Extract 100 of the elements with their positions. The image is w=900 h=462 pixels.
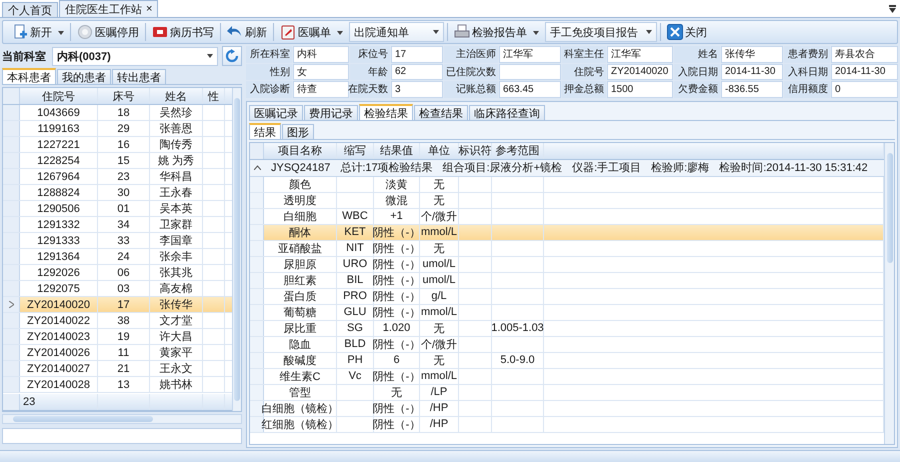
table-cell: ZY20140028 [20,377,98,392]
result-row[interactable]: 颜色 淡黄 无 [250,176,884,192]
patient-row[interactable]: 1291364 24 张余丰 [3,249,232,265]
column-header[interactable]: 性 [203,88,225,104]
patient-row[interactable]: 1267964 23 华科昌 [3,169,232,185]
result-row[interactable]: 透明度 微混 无 [250,192,884,208]
table-cell: 11 [98,345,150,360]
patient-row[interactable]: ZY20140020 17 张传华 [3,297,232,313]
result-tab[interactable]: 图形 [282,124,314,138]
patient-tab[interactable]: 转出患者 [112,69,166,84]
result-row[interactable]: 尿比重 SG 1.020 无 1.005-1.03 [250,320,884,336]
column-header[interactable]: 住院号 [20,88,98,104]
column-header[interactable]: 标识符 [459,142,492,158]
document-tab[interactable]: 个人首页 [2,2,58,17]
group-time: 检验时间:2014-11-30 15:31:42 [719,161,868,175]
result-row[interactable]: 亚硝酸盐 NIT 阴性（-） 无 [250,240,884,256]
patient-row[interactable]: 1228254 15 姚 为秀 [3,153,232,169]
table-cell: 个/微升 [420,208,459,224]
patient-row[interactable]: 1292026 06 张其兆 [3,265,232,281]
table-cell: 阴性（-） [374,224,420,240]
result-row[interactable]: 蛋白质 PRO 阴性（-） g/L [250,288,884,304]
column-header[interactable]: 项目名称 [264,142,337,158]
patient-row[interactable]: ZY20140026 11 黄家平 [3,345,232,361]
table-cell: 张善恩 [150,121,203,136]
table-cell: 15 [98,153,150,168]
patient-row[interactable]: 1291333 33 李国章 [3,233,232,249]
column-header[interactable]: 单位 [420,142,459,158]
result-row[interactable]: 白细胞（镜检） 阴性（-） /HP [250,400,884,416]
record-tab[interactable]: 检验结果 [359,104,413,120]
result-row[interactable]: 隐血 BLD 阴性（-）个/微升 [250,336,884,352]
record-tab[interactable]: 检查结果 [414,104,468,120]
toolbar-button[interactable]: 关闭 [664,22,710,42]
record-tab[interactable]: 费用记录 [304,104,358,120]
field-label: 性别 [246,64,292,80]
patient-row[interactable]: ZY20140028 13 姚书林 [3,377,232,393]
toolbar-button[interactable]: 检验报告单 [451,22,542,42]
table-cell: 03 [98,281,150,296]
table-cell: 吴本英 [150,201,203,216]
record-tab[interactable]: 临床路径查询 [469,104,545,120]
field-label: 姓名 [674,46,720,62]
column-header[interactable]: 姓名 [150,88,203,104]
field-value: 江华军 [499,46,561,62]
document-tab[interactable]: 住院医生工作站 × [59,0,158,17]
dropdown-select[interactable]: 出院通知单 [349,22,444,42]
patient-row[interactable]: 1199163 29 张善恩 [3,121,232,137]
field-label: 记账总额 [444,81,498,98]
record-tab[interactable]: 医嘱记录 [249,104,303,120]
table-cell: 19 [98,329,150,344]
patient-row[interactable]: ZY20140023 19 许大昌 [3,329,232,345]
toolbar-button[interactable]: 医嘱停用 [74,22,142,42]
table-cell: 华科昌 [150,169,203,184]
table-cell: 阴性（-） [374,304,420,320]
patient-row[interactable]: 1290506 01 吴本英 [3,201,232,217]
column-header[interactable]: 缩写 [337,142,374,158]
table-cell: 17 [98,297,150,312]
result-row[interactable]: 尿胆原 URO 阴性（-） umol/L [250,256,884,272]
result-row[interactable]: 葡萄糖 GLU 阴性（-）mmol/L [250,304,884,320]
close-tab-button[interactable]: × [146,3,152,15]
group-instrument: 仪器:手工项目 [572,161,642,175]
field-value: 62 [391,64,443,80]
result-tab[interactable]: 结果 [249,122,281,138]
result-row[interactable]: 酮体 KET 阴性（-）mmol/L [250,224,884,240]
patient-tab[interactable]: 我的患者 [57,69,111,84]
column-header[interactable]: 床号 [98,88,150,104]
result-row[interactable]: 酸碱度 PH 6 无 5.0-9.0 [250,352,884,368]
dropdown-select[interactable]: 手工免疫项目报告 [545,22,657,42]
table-cell: 1227221 [20,137,98,152]
field-label: 入院日期 [674,64,720,80]
patient-row[interactable]: 1227221 16 陶传秀 [3,137,232,153]
table-cell: 38 [98,313,150,328]
toolbar-button[interactable]: 刷新 [224,22,270,42]
toolbar-button[interactable]: 新开 [9,22,67,42]
column-header[interactable]: 结果值 [374,142,420,158]
table-cell: 姚 为秀 [150,153,203,168]
field-value: 待查 [293,81,349,98]
patient-row[interactable]: ZY20140022 38 文才堂 [3,313,232,329]
result-row[interactable]: 维生素C Vc 阴性（-）mmol/L [250,368,884,384]
patient-row[interactable]: ZY20140027 21 王永文 [3,361,232,377]
column-header[interactable]: 参考范围 [492,142,544,158]
patient-row[interactable]: 1288824 30 王永春 [3,185,232,201]
patient-tab[interactable]: 本科患者 [2,68,56,84]
toolbar-button[interactable]: 医嘱单 [277,22,346,42]
field-label: 押金总额 [562,81,606,98]
table-cell: 29 [98,121,150,136]
toolbar-button[interactable]: 病历书写 [149,22,217,42]
patient-row[interactable]: 1291332 34 卫家群 [3,217,232,233]
result-row[interactable]: 胆红素 BIL 阴性（-） umol/L [250,272,884,288]
result-row[interactable]: 红细胞（镜检） 阴性（-） /HP [250,416,884,432]
result-row[interactable]: 管型 无 /LP [250,384,884,400]
table-cell: 6 [374,352,420,368]
table-cell: 阴性（-） [374,368,420,384]
table-cell: 无 [374,384,420,400]
group-row[interactable]: JYSQ24187 总计:17项检验结果 组合项目:尿液分析+镜检 仪器:手工项目 检验师:廖梅 检验时间:2014-11-30 15:31:42 [250,160,884,176]
patient-row[interactable]: 1043669 18 吴然珍 [3,105,232,121]
table-cell: 1291332 [20,217,98,232]
table-cell: 阴性（-） [374,272,420,288]
table-cell: 酸碱度 [264,352,337,368]
table-cell: 张传华 [150,297,203,312]
field-label: 所在科室 [246,46,292,62]
department-select[interactable]: 内科(0037) [52,46,218,66]
